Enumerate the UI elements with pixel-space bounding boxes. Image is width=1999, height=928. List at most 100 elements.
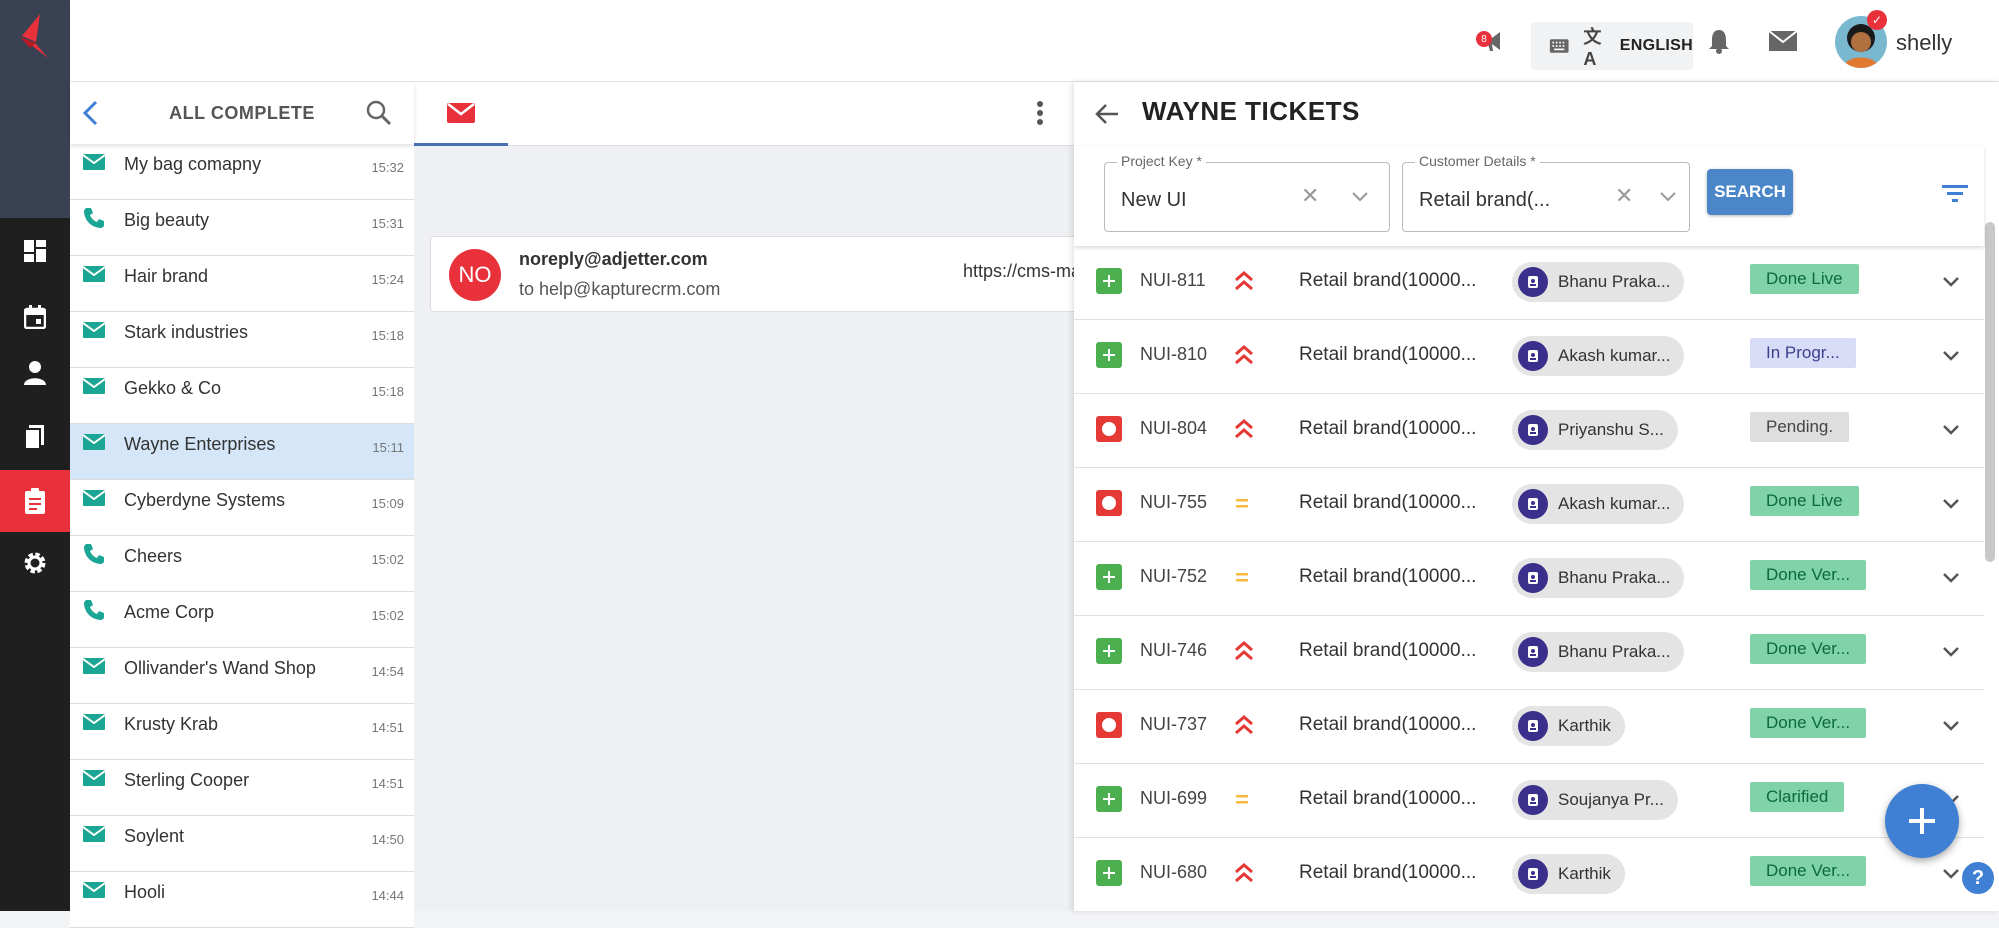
list-item[interactable]: Hair brand 15:24 (70, 256, 414, 312)
gear-icon[interactable] (0, 532, 70, 594)
add-ticket-button[interactable] (1885, 784, 1959, 858)
scrollbar[interactable] (1985, 222, 1995, 562)
assignee-chip[interactable]: Soujanya Pr... (1512, 780, 1678, 820)
list-item-name: Hair brand (124, 266, 209, 286)
list-item-name: Cheers (124, 546, 183, 566)
mail-icon (447, 102, 475, 123)
ticket-key[interactable]: NUI-737 (1140, 714, 1207, 735)
ticket-key[interactable]: NUI-680 (1140, 862, 1207, 883)
ticket-row[interactable]: NUI-680 Retail brand(10000... Karthik Done … (1074, 838, 1984, 911)
assignee-chip[interactable]: Bhanu Praka... (1512, 262, 1685, 302)
mail-icon (82, 266, 106, 282)
chevron-down-icon[interactable] (1940, 344, 1962, 366)
list-item-name: Cyberdyne Systems (124, 490, 286, 510)
clear-icon[interactable]: ✕ (1301, 183, 1319, 209)
chevron-down-icon[interactable] (1351, 191, 1369, 203)
ticket-row[interactable]: NUI-755 Retail brand(10000... Akash kumar.… (1074, 468, 1984, 542)
story-type-icon (1096, 638, 1122, 664)
clear-icon[interactable]: ✕ (1615, 183, 1633, 209)
list-item[interactable]: Soylent 14:50 (70, 816, 414, 872)
more-options-icon[interactable] (1036, 100, 1044, 126)
list-item[interactable]: Cyberdyne Systems 15:09 (70, 480, 414, 536)
assignee-name: Bhanu Praka... (1558, 272, 1671, 291)
chevron-down-icon[interactable] (1940, 418, 1962, 440)
ticket-key[interactable]: NUI-804 (1140, 418, 1207, 439)
person-icon[interactable] (0, 342, 70, 404)
messages-button[interactable] (1768, 0, 1798, 82)
help-button[interactable]: ? (1960, 860, 1996, 896)
assignee-chip[interactable]: Akash kumar... (1512, 484, 1685, 524)
language-label: ENGLISH (1619, 37, 1693, 54)
ticket-key[interactable]: NUI-699 (1140, 788, 1207, 809)
assignee-chip[interactable]: Akash kumar... (1512, 336, 1685, 376)
bug-type-icon (1096, 416, 1122, 442)
chevron-down-icon[interactable] (1940, 640, 1962, 662)
list-item[interactable]: Krusty Krab 14:51 (70, 704, 414, 760)
ticket-key[interactable]: NUI-811 (1140, 270, 1206, 291)
back-arrow-icon[interactable] (1094, 102, 1120, 126)
search-icon[interactable] (366, 100, 392, 126)
mail-icon (82, 322, 106, 338)
mail-icon (82, 882, 106, 898)
assignee-chip[interactable]: Karthik (1512, 854, 1625, 894)
project-key-field[interactable]: Project Key * New UI ✕ (1104, 153, 1390, 232)
ticket-row[interactable]: NUI-737 Retail brand(10000... Karthik Done … (1074, 690, 1984, 764)
list-item[interactable]: Acme Corp 15:02 (70, 592, 414, 648)
ticket-key[interactable]: NUI-746 (1140, 640, 1207, 661)
folder-icon[interactable] (0, 406, 70, 468)
list-item[interactable]: Gekko & Co 15:18 (70, 368, 414, 424)
email-message-card[interactable]: NO noreply@adjetter.com to help@kapturec… (430, 236, 1090, 312)
ticket-row[interactable]: NUI-746 Retail brand(10000... Bhanu Praka.… (1074, 616, 1984, 690)
rail-header (0, 0, 70, 218)
calendar-icon[interactable] (0, 286, 70, 348)
assignee-chip[interactable]: Karthik (1512, 706, 1625, 746)
chevron-down-icon[interactable] (1940, 714, 1962, 736)
tab-email[interactable] (414, 82, 508, 146)
assignee-chip[interactable]: Priyanshu S... (1512, 410, 1678, 450)
status-badge: Done Live (1750, 486, 1859, 516)
chevron-down-icon[interactable] (1940, 862, 1962, 884)
status-badge: Done Ver... (1750, 708, 1867, 738)
chevron-down-icon[interactable] (1940, 492, 1962, 514)
priority-high-icon (1235, 419, 1253, 439)
ticket-key[interactable]: NUI-752 (1140, 566, 1207, 587)
list-item-name: Gekko & Co (124, 378, 222, 398)
assignee-chip[interactable]: Bhanu Praka... (1512, 632, 1685, 672)
filter-icon[interactable] (1942, 184, 1968, 204)
ticket-key[interactable]: NUI-755 (1140, 492, 1207, 513)
ticket-row[interactable]: NUI-752 Retail brand(10000... Bhanu Praka.… (1074, 542, 1984, 616)
chevron-down-icon[interactable] (1659, 191, 1677, 203)
ticket-key[interactable]: NUI-810 (1140, 344, 1207, 365)
translate-icon: 文A (1583, 26, 1602, 69)
ticket-row[interactable]: NUI-810 Retail brand(10000... Akash kumar.… (1074, 320, 1984, 394)
list-item[interactable]: Wayne Enterprises 15:11 (70, 424, 414, 480)
list-item[interactable]: Hooli 14:44 (70, 872, 414, 928)
list-item[interactable]: Cheers 15:02 (70, 536, 414, 592)
ticket-row[interactable]: NUI-804 Retail brand(10000... Priyanshu S.… (1074, 394, 1984, 468)
chevron-down-icon[interactable] (1940, 270, 1962, 292)
list-item-time: 14:50 (371, 832, 404, 847)
dashboard-icon[interactable] (0, 220, 70, 282)
language-selector[interactable]: 文A ENGLISH (1531, 22, 1693, 70)
list-item[interactable]: Stark industries 15:18 (70, 312, 414, 368)
email-link[interactable]: https://cms-ma (963, 261, 1081, 282)
list-item[interactable]: My bag comapny 15:32 (70, 144, 414, 200)
clipboard-icon[interactable] (0, 470, 70, 532)
search-button[interactable]: SEARCH (1707, 169, 1793, 215)
ticket-row[interactable]: NUI-699 Retail brand(10000... Soujanya Pr.… (1074, 764, 1984, 838)
assignee-chip[interactable]: Bhanu Praka... (1512, 558, 1685, 598)
list-item[interactable]: Sterling Cooper 14:51 (70, 760, 414, 816)
chevron-down-icon[interactable] (1940, 566, 1962, 588)
status-badge: Done Ver... (1750, 560, 1867, 590)
notifications-button[interactable] (1708, 0, 1730, 82)
username[interactable]: shelly (1896, 30, 1952, 56)
announcement-button[interactable]: 8 (1476, 0, 1508, 82)
ticket-customer: Retail brand(10000... (1299, 566, 1477, 587)
customer-details-field[interactable]: Customer Details * Retail brand(... ✕ (1402, 153, 1690, 232)
list-item[interactable]: Big beauty 15:31 (70, 200, 414, 256)
assignee-name: Soujanya Pr... (1558, 790, 1664, 809)
assignee-name: Bhanu Praka... (1558, 568, 1671, 587)
ticket-row[interactable]: NUI-811 Retail brand(10000... Bhanu Praka.… (1074, 246, 1984, 320)
list-item[interactable]: Ollivander's Wand Shop 14:54 (70, 648, 414, 704)
brand-logo-icon[interactable] (16, 14, 54, 62)
